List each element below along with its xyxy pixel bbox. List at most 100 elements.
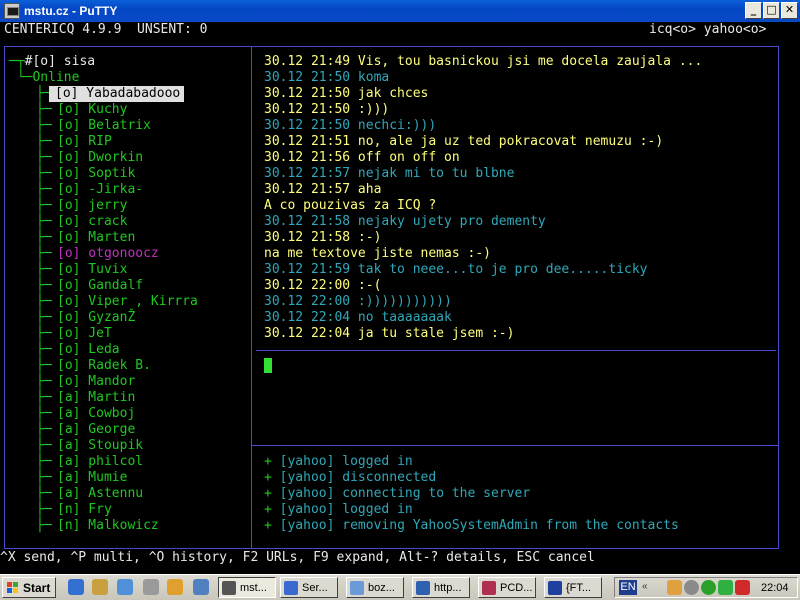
contact-item[interactable]: [a] Astennu [57,486,143,502]
chat-message: 30.12 21:57 nejak mi to tu blbne [264,166,515,181]
app-quicklaunch-icon[interactable] [92,579,108,595]
explorer-quicklaunch-icon[interactable] [117,579,133,595]
tree-line: ├─ [36,278,52,293]
contact-item[interactable]: [a] Cowboj [57,406,135,422]
chat-message: 30.12 21:50 :))) [264,102,390,117]
contact-item[interactable]: [o] jerry [57,198,127,214]
tree-line: ├─ [36,102,52,117]
contact-item[interactable]: [o] crack [57,214,127,230]
chat-message: 30.12 21:50 nechci:))) [264,118,437,133]
task-putty[interactable]: mst... [218,577,276,598]
chat-icon [350,581,364,595]
close-button[interactable]: ✕ [781,2,798,19]
tool-quicklaunch-icon[interactable] [143,579,159,595]
contact-item[interactable]: [a] philcol [57,454,143,470]
contact-item[interactable]: [o] Mandor [57,374,135,390]
contact-item[interactable]: [o] Radek B. [57,358,151,374]
tree-line: ├─ [36,166,52,181]
log-plus: + [264,502,272,517]
tray-icq-icon[interactable] [701,580,716,595]
group-online[interactable]: └─Online [9,70,80,86]
contact-item[interactable]: [o] Kuchy [57,102,127,118]
contact-item[interactable]: [o] Gandalf [57,278,143,294]
start-button[interactable]: Start [2,577,56,598]
log-tag: [yahoo] [279,502,335,517]
contact-item[interactable]: [a] Mumie [57,470,127,486]
mail-quicklaunch-icon[interactable] [193,579,209,595]
log-entry: + [yahoo] logged in [264,454,413,470]
contact-item[interactable]: [o] Belatrix [57,118,151,134]
tray-u-icon[interactable] [718,580,733,595]
firefox-quicklaunch-icon[interactable] [167,579,183,595]
window-titlebar[interactable]: mstu.cz - PuTTY _ □ ✕ [0,0,800,22]
log-message: connecting to the server [342,486,531,501]
contact-item[interactable]: [a] George [57,422,135,438]
tree-line: ├─ [36,518,52,533]
log-entry: + [yahoo] logged in [264,502,413,518]
task-label: Ser... [302,582,328,594]
contact-tree-root[interactable]: ─┬#[o] sisa [9,54,95,70]
terminal-area[interactable]: CENTERICQ 4.9.9 UNSENT: 0 icq<o> yahoo<o… [0,22,800,574]
chat-message: A co pouzivas za ICQ ? [264,198,437,213]
contact-item[interactable]: [o] JeT [57,326,112,342]
log-tag: [yahoo] [279,454,335,469]
tree-line: ─┬ [9,54,25,69]
log-plus: + [264,486,272,501]
contact-item[interactable]: [o] GyzanŽ [57,310,135,326]
task-server[interactable]: Ser... [280,577,338,598]
contact-item[interactable]: [o] Viper , Kirrra [57,294,198,310]
server-icon [284,581,298,595]
task-ft[interactable]: {FT... [544,577,602,598]
chat-message: 30.12 21:49 Vis, tou basnickou jsi me do… [264,54,703,69]
task-pcd[interactable]: PCD... [478,577,536,598]
log-tag: [yahoo] [279,518,335,533]
putty-icon [222,581,236,595]
task-label: http... [434,582,462,594]
tree-line: ├─ [36,230,52,245]
chat-message: 30.12 21:56 off on off on [264,150,460,165]
contact-item[interactable]: [a] Martin [57,390,135,406]
tree-line: ├─ [36,198,52,213]
tree-line: ├─ [36,118,52,133]
contact-selected[interactable]: [o] Yabadabadooo [49,86,185,102]
chat-message: 30.12 22:00 :))))))))))) [264,294,452,309]
task-boz[interactable]: boz... [346,577,404,598]
contact-item[interactable]: [n] Fry [57,502,112,518]
log-entry: + [yahoo] disconnected [264,470,436,486]
contact-item[interactable]: [o] Marten [57,230,135,246]
contact-item[interactable]: [n] Malkowicz [57,518,159,534]
tree-line: ├─ [36,262,52,277]
contact-item[interactable]: [o] Tuvix [57,262,127,278]
task-label: {FT... [566,582,592,594]
tray-shield-icon[interactable] [735,580,750,595]
task-label: PCD... [500,582,533,594]
contact-item[interactable]: [o] RIP [57,134,112,150]
contact-item[interactable]: [o] Soptik [57,166,135,182]
tray-clock-icon[interactable] [684,580,699,595]
tree-line: ├─ [36,422,52,437]
putty-app-icon[interactable] [4,3,20,19]
log-entry: + [yahoo] connecting to the server [264,486,530,502]
input-cursor[interactable] [264,358,272,373]
tree-line: ├─ [36,246,52,261]
tree-line: ├─ [36,182,52,197]
log-message: disconnected [342,470,437,485]
maximize-button[interactable]: □ [763,2,780,19]
contact-item[interactable]: [o] -Jirka- [57,182,143,198]
contact-item[interactable]: [o] Leda [57,342,120,358]
ie-quicklaunch-icon[interactable] [68,579,84,595]
pane-divider [251,46,252,549]
minimize-button[interactable]: _ [745,2,762,19]
contact-item[interactable]: [o] otgonoocz [57,246,159,262]
contact-item[interactable]: [a] Stoupik [57,438,143,454]
tray-pen-icon[interactable] [667,580,682,595]
task-http[interactable]: http... [412,577,470,598]
status-bar-left: CENTERICQ 4.9.9 UNSENT: 0 [4,22,208,37]
log-tag: [yahoo] [279,486,335,501]
log-divider [252,445,778,446]
log-message: logged in [342,502,413,517]
tree-line: ├─ [36,294,52,309]
log-message: removing YahooSystemAdmin from the conta… [342,518,679,533]
contact-item[interactable]: [o] Dworkin [57,150,143,166]
tree-line: ├─ [36,406,52,421]
